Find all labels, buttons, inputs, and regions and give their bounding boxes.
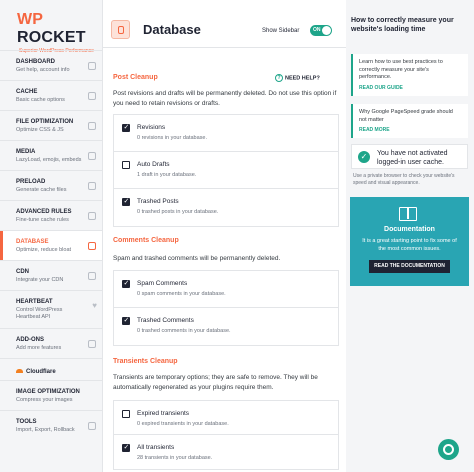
right-sidebar: How to correctly measure your website's … (346, 0, 474, 472)
heart-icon: ♥ (92, 301, 97, 310)
rules-icon (88, 212, 96, 220)
main-content: Database Show Sidebar ON Post Cleanup ? N… (103, 0, 346, 472)
comments-cleanup-heading: Comments Cleanup (113, 237, 179, 244)
nav-media[interactable]: MEDIA LazyLoad, emojis, embeds (0, 140, 102, 170)
book-icon (399, 207, 417, 221)
all-transients-checkbox[interactable] (122, 443, 130, 452)
right-title: How to correctly measure your website's … (351, 17, 454, 33)
help-beacon-button[interactable] (438, 439, 459, 460)
home-icon (88, 62, 96, 70)
nav-dashboard[interactable]: DASHBOARD Get help, account info (0, 50, 102, 80)
option-auto-drafts[interactable]: Auto Drafts 1 draft in your database. (114, 152, 338, 189)
documentation-desc: It is a great starting point to fix some… (362, 238, 457, 252)
trashed-posts-checkbox[interactable] (122, 197, 130, 206)
sidebar: WP ROCKET Superior WordPress Performance… (0, 0, 103, 472)
pagespeed-card: Why Google PageSpeed grade should not ma… (351, 104, 468, 138)
transients-cleanup-heading: Transients Cleanup (113, 358, 178, 365)
nav-cloudflare[interactable]: Cloudflare (0, 358, 102, 380)
option-expired-transients[interactable]: Expired transients 0 expired transients i… (114, 401, 338, 435)
nav-image-optimization[interactable]: IMAGE OPTIMIZATION Compress your images (0, 380, 102, 410)
documentation-card: Documentation It is a great starting poi… (350, 197, 469, 286)
cache-warning: ✓ You have not activated logged-in user … (351, 144, 468, 169)
comments-cleanup-desc: Spam and trashed comments will be perman… (113, 255, 281, 262)
guide-card: Learn how to use best practices to corre… (351, 54, 468, 96)
file-icon (88, 122, 96, 130)
nav-preload[interactable]: PRELOAD Generate cache files (0, 170, 102, 200)
cdn-icon (88, 272, 96, 280)
nav-database[interactable]: DATABASE Optimize, reduce bloat (0, 230, 102, 260)
tools-icon (88, 422, 96, 430)
documentation-title: Documentation (384, 226, 435, 233)
nav-heartbeat[interactable]: HEARTBEAT Control WordPress Heartbeat API… (0, 290, 102, 328)
image-icon (88, 152, 96, 160)
option-trashed-posts[interactable]: Trashed Posts0 trashed posts in your dat… (114, 189, 338, 226)
nav-tools[interactable]: TOOLS Import, Export, Rollback (0, 410, 102, 440)
nav-file-optimization[interactable]: FILE OPTIMIZATION Optimize CSS & JS (0, 110, 102, 140)
option-all-transients[interactable]: All transients28 transients in your data… (114, 435, 338, 469)
post-cleanup-heading: Post Cleanup (113, 74, 158, 81)
option-revisions[interactable]: Revisions0 revisions in your database. (114, 115, 338, 152)
auto-drafts-checkbox[interactable] (122, 161, 130, 169)
expired-transients-checkbox[interactable] (122, 410, 130, 418)
warning-subtext: Use a private browser to check your webs… (353, 173, 455, 186)
logo[interactable]: WP ROCKET Superior WordPress Performance (0, 0, 102, 54)
question-icon: ? (275, 74, 283, 82)
transients-cleanup-desc: Transients are temporary options; they a… (113, 374, 318, 391)
read-guide-link[interactable]: READ OUR GUIDE (359, 85, 462, 91)
nav-add-ons[interactable]: ADD-ONS Add more features (0, 328, 102, 358)
cache-icon (88, 92, 96, 100)
read-more-link[interactable]: READ MORE (359, 127, 462, 133)
need-help-link[interactable]: ? NEED HELP? (275, 74, 320, 82)
show-sidebar-toggle[interactable]: ON (310, 25, 332, 36)
post-cleanup-desc: Post revisions and drafts will be perman… (113, 90, 337, 107)
database-icon (88, 242, 96, 250)
nav-cdn[interactable]: CDN Integrate your CDN (0, 260, 102, 290)
database-icon (111, 20, 130, 39)
post-cleanup-options: Revisions0 revisions in your database. A… (113, 114, 339, 227)
revisions-checkbox[interactable] (122, 123, 130, 132)
spam-comments-checkbox[interactable] (122, 279, 130, 288)
refresh-icon (88, 182, 96, 190)
option-trashed-comments[interactable]: Trashed Comments0 trashed comments in yo… (114, 308, 338, 345)
nav-advanced-rules[interactable]: ADVANCED RULES Fine-tune cache rules (0, 200, 102, 230)
read-documentation-button[interactable]: READ THE DOCUMENTATION (369, 260, 450, 273)
check-icon: ✓ (358, 151, 370, 163)
show-sidebar-label: Show Sidebar (262, 28, 300, 34)
transients-cleanup-options: Expired transients 0 expired transients i… (113, 400, 339, 470)
nav-cache[interactable]: CACHE Basic cache options (0, 80, 102, 110)
page-title: Database (143, 22, 201, 37)
cloudflare-icon (16, 369, 23, 374)
page-header: Database Show Sidebar ON (103, 0, 346, 48)
comments-cleanup-options: Spam Comments0 spam comments in your dat… (113, 270, 339, 346)
addons-icon (88, 340, 96, 348)
option-spam-comments[interactable]: Spam Comments0 spam comments in your dat… (114, 271, 338, 308)
trashed-comments-checkbox[interactable] (122, 316, 130, 325)
